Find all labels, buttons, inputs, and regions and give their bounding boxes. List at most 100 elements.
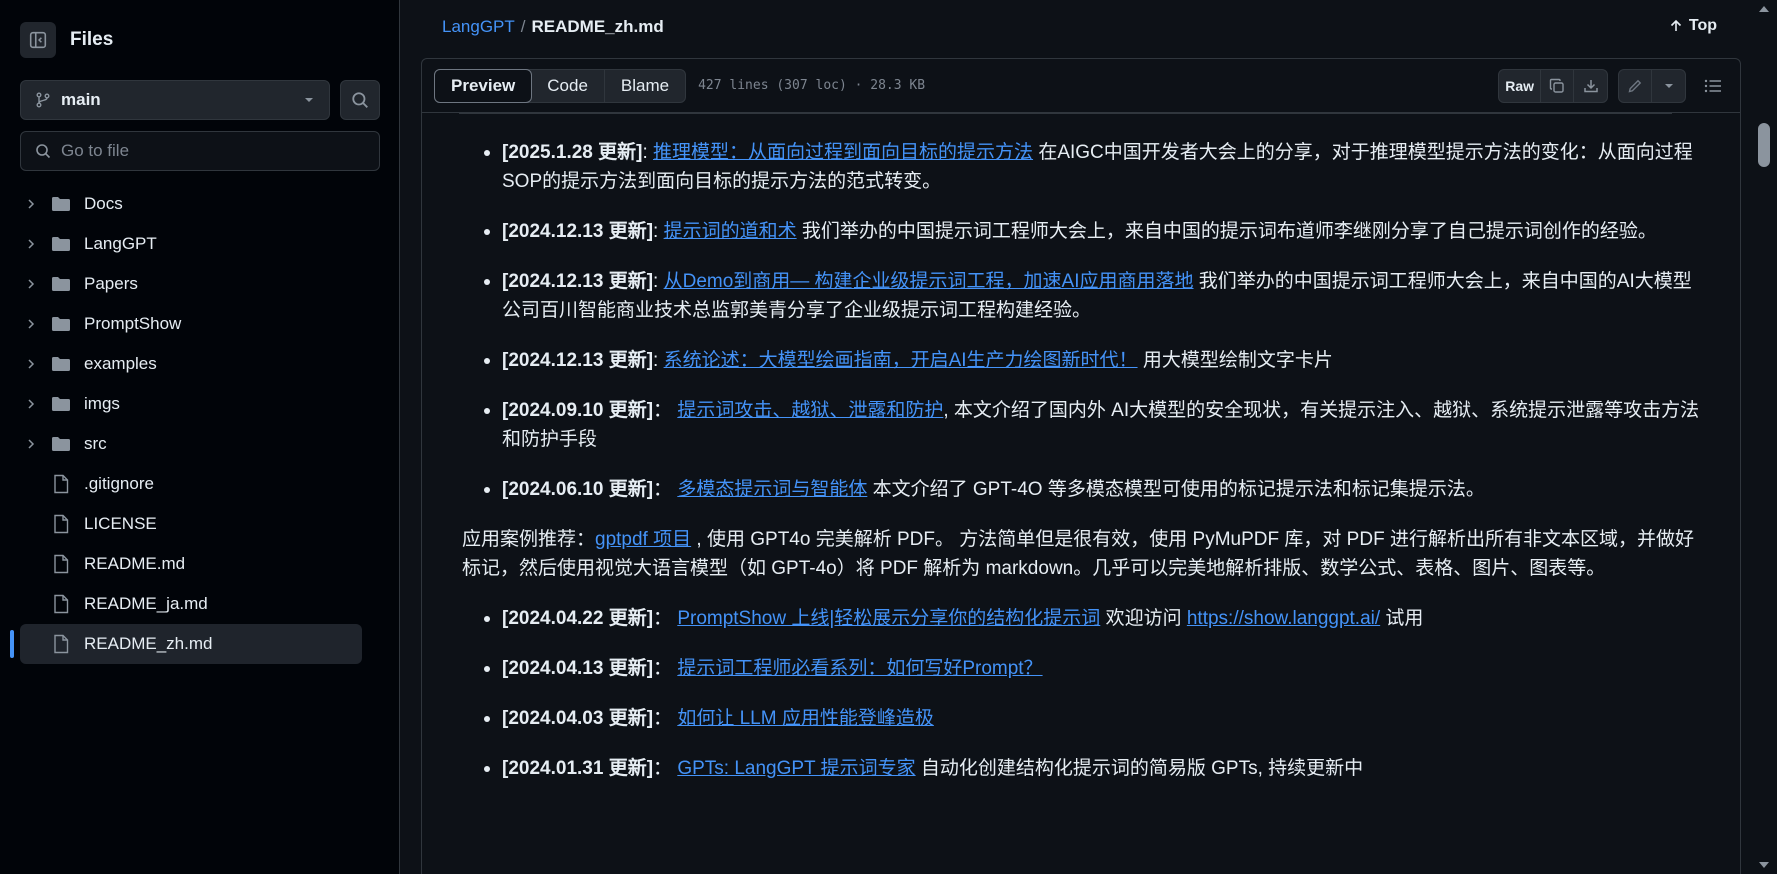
news-list: [2025.1.28 更新]: 推理模型：从面向过程到面向目标的提示方法 在AI… <box>462 138 1702 504</box>
raw-button[interactable]: Raw <box>1499 70 1541 102</box>
tree-item-langgpt[interactable]: LangGPT <box>20 224 362 264</box>
tree-item-readme-ja[interactable]: README_ja.md <box>20 584 362 624</box>
list-item: [2025.1.28 更新]: 推理模型：从面向过程到面向目标的提示方法 在AI… <box>484 138 1702 196</box>
news-link[interactable]: 如何让 LLM 应用性能登峰造极 <box>677 708 934 729</box>
tree-item-label: PromptShow <box>84 314 182 333</box>
news-sep: ： <box>653 608 678 629</box>
caret-down-icon <box>1664 84 1673 88</box>
chevron-right-icon[interactable] <box>20 198 42 210</box>
tree-item-examples[interactable]: examples <box>20 344 362 384</box>
copy-raw-button[interactable] <box>1541 70 1574 102</box>
chevron-right-icon[interactable] <box>20 238 42 250</box>
arrow-up-icon <box>1670 19 1681 31</box>
case-recommendation-paragraph: 应用案例推荐：gptpdf 项目 , 使用 GPT4o 完美解析 PDF。 方法… <box>462 525 1702 583</box>
news-link[interactable]: 提示词攻击、越狱、泄露和防护 <box>677 400 943 421</box>
tree-item-license[interactable]: LICENSE <box>20 504 362 544</box>
tree-item-label: Docs <box>84 194 123 213</box>
go-to-file-input[interactable]: Go to file <box>20 131 380 171</box>
list-item: [2024.01.31 更新]： GPTs: LangGPT 提示词专家 自动化… <box>484 754 1702 783</box>
download-button[interactable] <box>1574 70 1607 102</box>
tree-item-label: src <box>84 434 107 453</box>
breadcrumb-separator: / <box>520 17 526 36</box>
chevron-right-icon[interactable] <box>20 358 42 370</box>
collapse-sidebar-button[interactable] <box>20 22 56 58</box>
news-date: [2024.04.13 更新] <box>502 658 654 679</box>
tree-item-label: Papers <box>84 274 138 293</box>
tab-preview[interactable]: Preview <box>434 68 533 103</box>
copy-icon <box>1549 78 1564 93</box>
list-item: [2024.12.13 更新]: 从Demo到商用— 构建企业级提示词工程，加速… <box>484 267 1702 325</box>
folder-icon <box>50 436 72 452</box>
tree-item-label: LangGPT <box>84 234 157 253</box>
sidebar-collapse-icon <box>29 31 47 49</box>
sidebar-title: Files <box>70 29 114 50</box>
tree-item-promptshow[interactable]: PromptShow <box>20 304 362 344</box>
news-link[interactable]: GPTs: LangGPT 提示词专家 <box>677 758 915 779</box>
scroll-down-arrow-icon[interactable] <box>1759 862 1769 868</box>
news-sep: : <box>653 271 664 292</box>
tree-item-papers[interactable]: Papers <box>20 264 362 304</box>
outline-button[interactable] <box>1696 69 1730 103</box>
list-item: [2024.04.13 更新]： 提示词工程师必看系列：如何写好Prompt？ <box>484 654 1702 683</box>
chevron-right-icon[interactable] <box>20 318 42 330</box>
edit-dropdown-button[interactable] <box>1652 70 1685 102</box>
view-mode-tabs: Preview Code Blame <box>434 68 687 103</box>
tree-item-docs[interactable]: Docs <box>20 184 362 224</box>
scrollbar-thumb[interactable] <box>1758 123 1770 167</box>
table-bottom-edge <box>459 112 1672 114</box>
news-sep: ： <box>653 758 678 779</box>
branch-selector[interactable]: main <box>20 80 330 120</box>
showcase-url-link[interactable]: https://show.langgpt.ai/ <box>1187 608 1380 629</box>
news-link[interactable]: 提示词的道和术 <box>664 221 797 242</box>
news-sep: : <box>653 221 664 242</box>
news-date: [2024.12.13 更新] <box>502 350 654 371</box>
list-item: [2024.09.10 更新]： 提示词攻击、越狱、泄露和防护, 本文介绍了国内… <box>484 396 1702 454</box>
breadcrumb: LangGPT / README_zh.md <box>442 17 664 37</box>
git-branch-icon <box>36 92 50 108</box>
news-text: 本文介绍了 GPT-4O 等多模态模型可使用的标记提示法和标记集提示法。 <box>867 479 1485 500</box>
top-button[interactable]: Top <box>1669 17 1717 35</box>
list-item: [2024.12.13 更新]: 提示词的道和术 我们举办的中国提示词工程师大会… <box>484 217 1702 246</box>
file-tree-sidebar: Files main Go to file Docs LangGPT Paper… <box>0 0 400 874</box>
tree-item-label: imgs <box>84 394 120 413</box>
news-link[interactable]: 从Demo到商用— 构建企业级提示词工程，加速AI应用商用落地 <box>664 271 1194 292</box>
news-text: 我们举办的中国提示词工程师大会上，来自中国的提示词布道师李继刚分享了自己提示词创… <box>796 221 1657 242</box>
tree-item-readme[interactable]: README.md <box>20 544 362 584</box>
breadcrumb-repo-link[interactable]: LangGPT <box>442 17 515 37</box>
news-date: [2024.09.10 更新] <box>502 400 654 421</box>
chevron-right-icon[interactable] <box>20 278 42 290</box>
chevron-right-icon[interactable] <box>20 398 42 410</box>
caret-down-icon <box>305 98 313 102</box>
tree-item-gitignore[interactable]: .gitignore <box>20 464 362 504</box>
scroll-up-arrow-icon[interactable] <box>1759 6 1769 12</box>
news-date: [2024.12.13 更新] <box>502 271 654 292</box>
news-date: [2025.1.28 更新] <box>502 142 643 163</box>
chevron-right-icon[interactable] <box>20 438 42 450</box>
news-date: [2024.12.13 更新] <box>502 221 654 242</box>
file-header: LangGPT / README_zh.md Top <box>401 0 1777 56</box>
news-link[interactable]: 推理模型：从面向过程到面向目标的提示方法 <box>653 142 1033 163</box>
news-sep: ： <box>653 708 678 729</box>
tree-item-label: examples <box>84 354 157 373</box>
tab-blame[interactable]: Blame <box>605 70 685 102</box>
news-link[interactable]: 系统论述：大模型绘画指南，开启AI生产力绘图新时代！ <box>664 350 1138 371</box>
gptpdf-link[interactable]: gptpdf 项目 <box>595 529 691 550</box>
news-link[interactable]: 提示词工程师必看系列：如何写好Prompt？ <box>677 658 1042 679</box>
go-to-file-placeholder: Go to file <box>61 141 130 160</box>
page-scrollbar[interactable] <box>1751 0 1777 874</box>
news-link[interactable]: 多模态提示词与智能体 <box>677 479 867 500</box>
file-meta: 427 lines (307 loc) · 28.3 KB <box>698 78 926 93</box>
tree-item-readme-zh[interactable]: README_zh.md <box>10 624 362 664</box>
tree-item-imgs[interactable]: imgs <box>20 384 362 424</box>
news-date: [2024.04.03 更新] <box>502 708 654 729</box>
edit-button[interactable] <box>1619 70 1652 102</box>
news-link[interactable]: PromptShow 上线|轻松展示分享你的结构化提示词 <box>677 608 1100 629</box>
tree-item-src[interactable]: src <box>20 424 362 464</box>
folder-icon <box>50 276 72 292</box>
search-files-button[interactable] <box>340 80 380 120</box>
file-toolbar: Preview Code Blame 427 lines (307 loc) ·… <box>421 58 1741 113</box>
tree-item-label: .gitignore <box>84 474 154 493</box>
news-sep: : <box>653 350 664 371</box>
file-viewer: LangGPT / README_zh.md Top Preview Code … <box>401 0 1777 874</box>
tab-code[interactable]: Code <box>531 69 605 102</box>
